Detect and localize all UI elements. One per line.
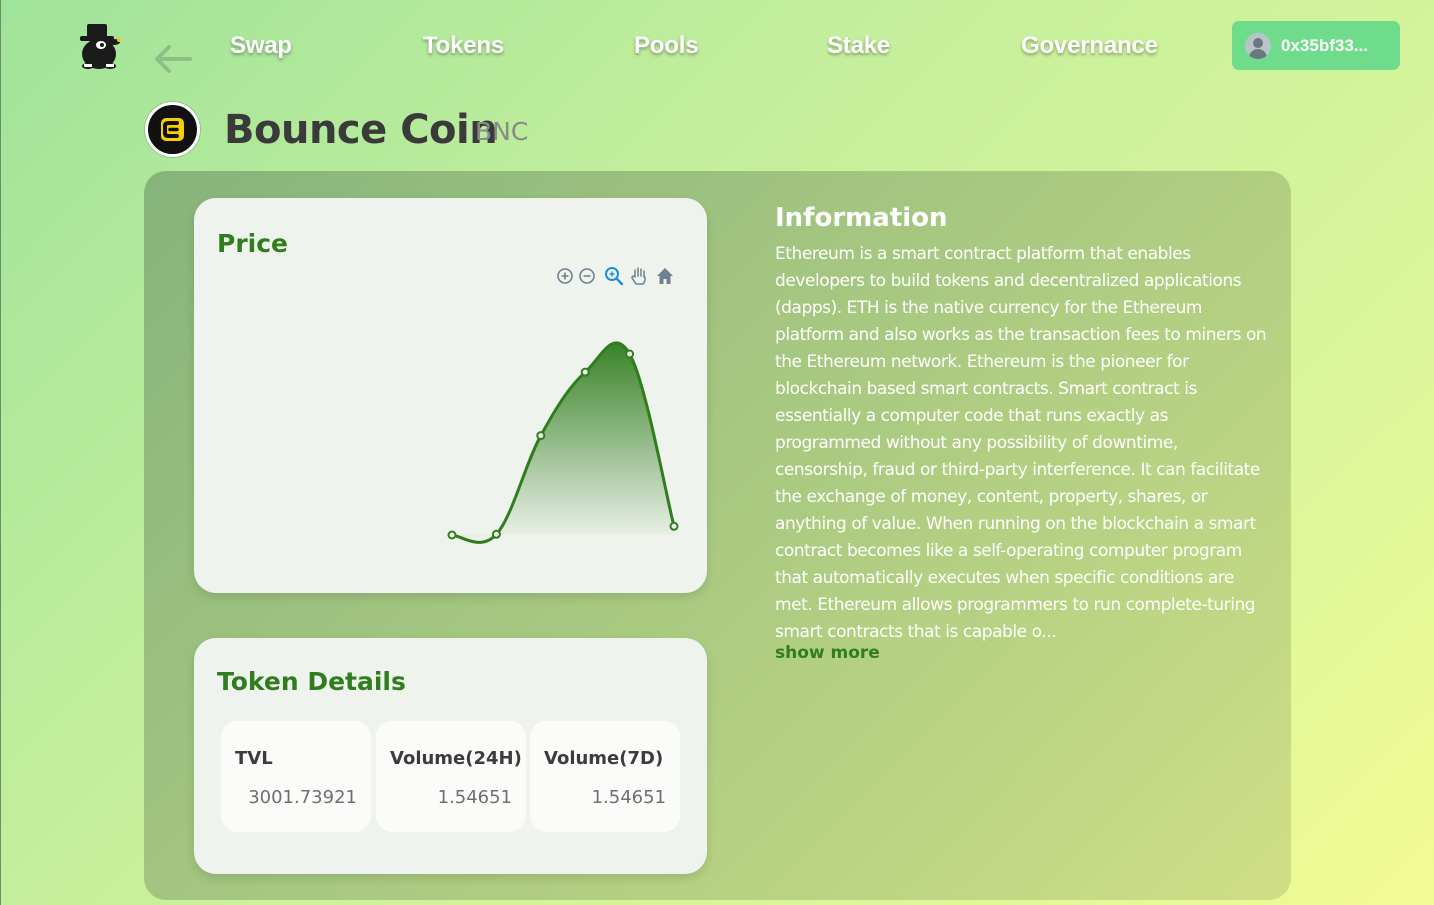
nav-link-swap[interactable]: Swap <box>230 32 292 60</box>
price-point[interactable] <box>491 529 501 539</box>
wallet-address: 0x35bf33... <box>1281 35 1368 55</box>
token-logo-icon <box>145 102 200 157</box>
back-arrow-icon[interactable] <box>152 42 194 76</box>
stat-value: 1.54651 <box>591 787 666 808</box>
nav-link-pools[interactable]: Pools <box>634 32 699 60</box>
price-point[interactable] <box>625 349 635 359</box>
stat-label: TVL <box>235 748 273 769</box>
token-symbol: BNC <box>475 117 529 146</box>
nav-link-tokens[interactable]: Tokens <box>423 32 504 60</box>
window-edge <box>0 0 1 905</box>
nav-link-stake[interactable]: Stake <box>827 32 890 60</box>
price-point[interactable] <box>447 530 457 540</box>
price-point[interactable] <box>536 431 546 441</box>
price-area-fill <box>452 342 674 543</box>
price-point[interactable] <box>580 367 590 377</box>
token-name: Bounce Coin <box>224 107 498 153</box>
price-point[interactable] <box>669 521 679 531</box>
information-text: Ethereum is a smart contract platform th… <box>775 244 1267 642</box>
stat-label: Volume(24H) <box>390 748 522 769</box>
stat-value: 1.54651 <box>437 787 512 808</box>
price-chart <box>447 341 679 544</box>
stat-label: Volume(7D) <box>544 748 664 769</box>
wallet-button[interactable]: 0x35bf33... <box>1232 21 1400 70</box>
app-logo[interactable] <box>74 22 128 72</box>
information-title: Information <box>775 203 948 233</box>
stat-tvl: TVL 3001.73921 <box>221 721 371 832</box>
stat-volume-7d: Volume(7D) 1.54651 <box>530 721 680 832</box>
top-nav: Swap Tokens Pools Stake Governance 0x35b… <box>0 0 1434 95</box>
token-details-card: Token Details TVL 3001.73921 Volume(24H)… <box>194 638 707 874</box>
token-details-title: Token Details <box>217 667 406 696</box>
avatar-icon <box>1245 32 1271 59</box>
stat-volume-24h: Volume(24H) 1.54651 <box>376 721 526 832</box>
stat-value: 3001.73921 <box>248 787 357 808</box>
show-more-link[interactable]: show more <box>775 643 880 663</box>
nav-link-governance[interactable]: Governance <box>1021 32 1158 60</box>
price-card: Price <box>194 198 707 593</box>
